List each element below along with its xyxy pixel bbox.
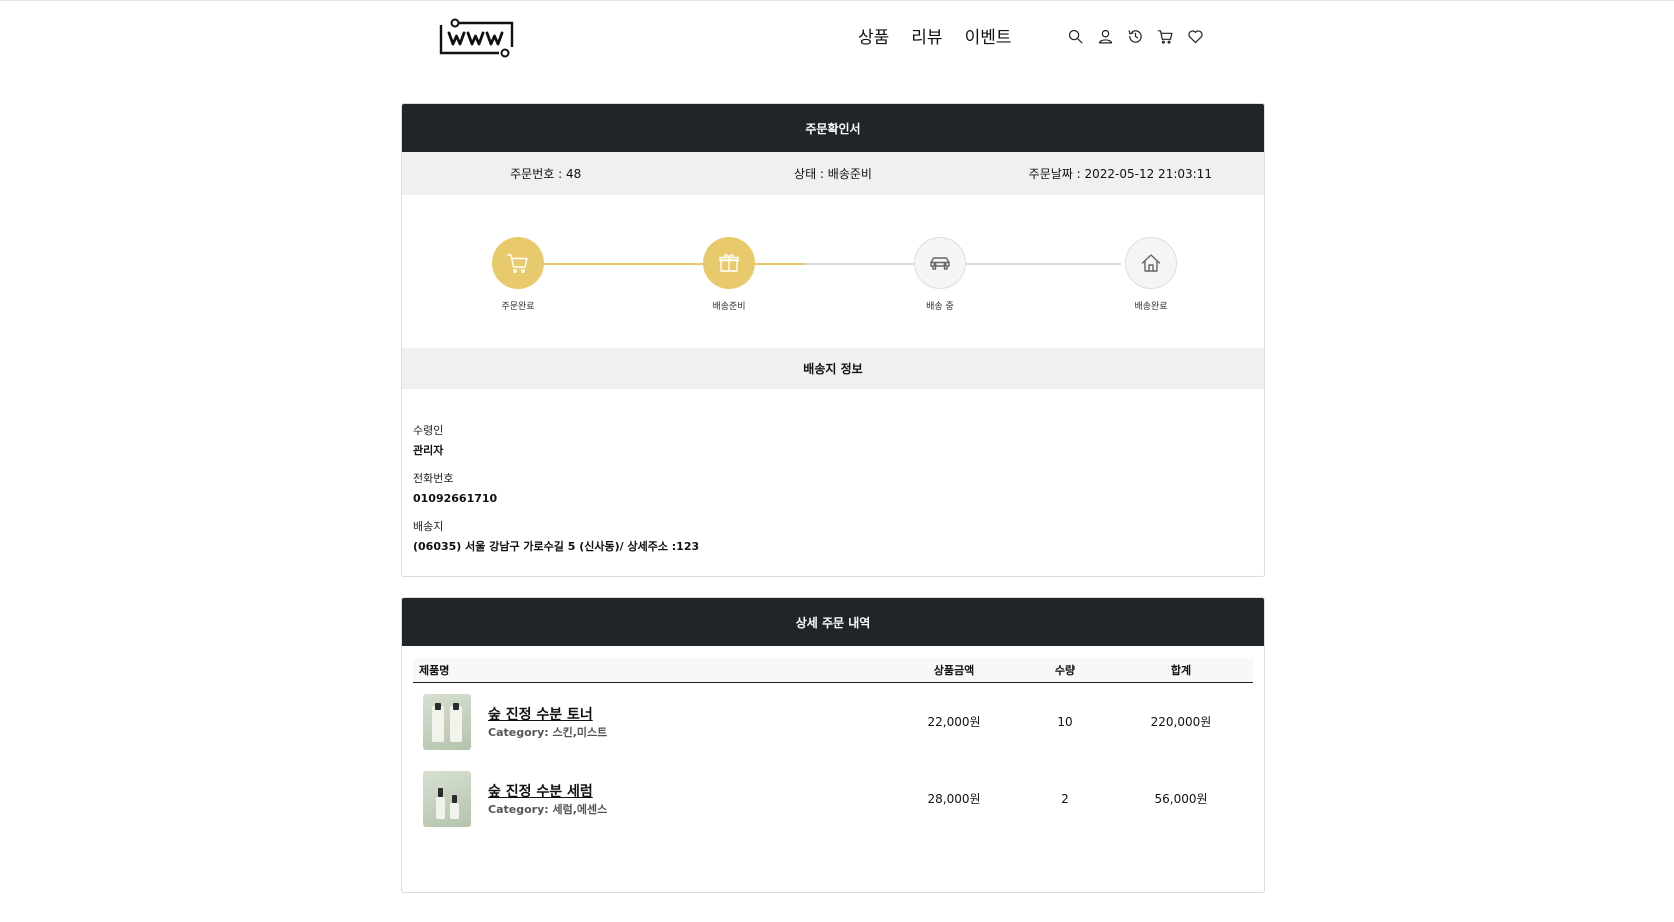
- col-price: 상품금액: [933, 664, 975, 677]
- details-title: 상세 주문 내역: [402, 598, 1264, 646]
- nav-events[interactable]: 이벤트: [965, 23, 1012, 48]
- site-header: 상품 리뷰 이벤트: [0, 1, 1674, 71]
- order-title: 주문확인서: [402, 104, 1264, 152]
- recipient-value: 관리자: [413, 444, 444, 457]
- cart-icon: [492, 237, 544, 289]
- order-date: 주문날짜 : 2022-05-12 21:03:11: [1028, 167, 1212, 181]
- order-number: 주문번호 : 48: [510, 167, 582, 181]
- order-info-bar: 주문번호 : 48 상태 : 배송준비 주문날짜 : 2022-05-12 21…: [402, 152, 1264, 195]
- table-header: 제품명 상품금액 수량 합계: [413, 658, 1253, 683]
- car-icon: [914, 237, 966, 289]
- step-preparing: 배송준비: [674, 237, 784, 312]
- home-icon: [1125, 237, 1177, 289]
- heart-icon[interactable]: [1184, 25, 1206, 47]
- table-row: 숲 진정 수분 세럼 Category: 세럼,에센스 28,000원 2 56…: [413, 760, 1253, 837]
- product-total: 56,000원: [1154, 792, 1208, 806]
- address-label: 배송지: [413, 520, 444, 533]
- www-logo-icon: [439, 18, 514, 58]
- shipping-title: 배송지 정보: [402, 348, 1264, 389]
- recipient-label: 수령인: [413, 424, 444, 437]
- product-price: 28,000원: [927, 792, 981, 806]
- step-delivered: 배송완료: [1096, 237, 1206, 312]
- product-qty: 10: [1057, 714, 1073, 729]
- phone-label: 전화번호: [413, 472, 454, 485]
- history-icon[interactable]: [1124, 25, 1146, 47]
- product-total: 220,000원: [1150, 715, 1212, 729]
- order-items-table: 제품명 상품금액 수량 합계 숲 진정 수분 토너 Category: 스킨,미…: [413, 658, 1253, 837]
- product-cell: 숲 진정 수분 토너 Category: 스킨,미스트: [413, 693, 913, 750]
- step-label: 주문완료: [501, 302, 535, 312]
- user-icon[interactable]: [1094, 25, 1116, 47]
- product-thumbnail[interactable]: [423, 770, 471, 827]
- step-order-complete: 주문완료: [463, 237, 573, 312]
- header-icons: [1064, 25, 1206, 47]
- order-confirmation-card: 주문확인서 주문번호 : 48 상태 : 배송준비 주문날짜 : 2022-05…: [401, 103, 1265, 577]
- product-name-link[interactable]: 숲 진정 수분 세럼: [488, 781, 607, 801]
- product-category: Category: 세럼,에센스: [488, 802, 608, 816]
- order-progress-tracker: 주문완료 배송준비 배송 중 배송완료: [402, 195, 1264, 348]
- product-thumbnail[interactable]: [423, 693, 471, 750]
- table-row: 숲 진정 수분 토너 Category: 스킨,미스트 22,000원 10 2…: [413, 683, 1253, 760]
- product-price: 22,000원: [927, 715, 981, 729]
- step-label: 배송완료: [1134, 302, 1168, 312]
- col-total: 합계: [1170, 664, 1192, 677]
- site-logo[interactable]: [438, 18, 516, 58]
- product-qty: 2: [1061, 791, 1069, 806]
- col-product-name: 제품명: [419, 664, 450, 677]
- product-cell: 숲 진정 수분 세럼 Category: 세럼,에센스: [413, 770, 913, 827]
- search-icon[interactable]: [1064, 25, 1086, 47]
- product-category: Category: 스킨,미스트: [488, 725, 608, 739]
- step-shipping: 배송 중: [885, 237, 995, 312]
- order-status: 상태 : 배송준비: [794, 167, 872, 181]
- product-text: 숲 진정 수분 세럼 Category: 세럼,에센스: [488, 781, 607, 817]
- step-label: 배송 중: [926, 302, 954, 312]
- nav-products[interactable]: 상품: [858, 23, 889, 48]
- order-details-card: 상세 주문 내역 제품명 상품금액 수량 합계 숲 진정 수분 토너 Categ…: [401, 597, 1265, 893]
- shipping-info: 수령인 관리자 전화번호 01092661710 배송지 (06035) 서울 …: [402, 389, 1264, 564]
- cart-icon[interactable]: [1154, 25, 1176, 47]
- address-value: (06035) 서울 강남구 가로수길 5 (신사동)/ 상세주소 :123: [413, 540, 700, 553]
- col-qty: 수량: [1054, 664, 1076, 677]
- nav-reviews[interactable]: 리뷰: [911, 23, 942, 48]
- step-label: 배송준비: [712, 302, 746, 312]
- product-name-link[interactable]: 숲 진정 수분 토너: [488, 704, 607, 724]
- main-nav: 상품 리뷰 이벤트: [858, 23, 1011, 48]
- phone-value: 01092661710: [413, 492, 498, 505]
- gift-icon: [703, 237, 755, 289]
- product-text: 숲 진정 수분 토너 Category: 스킨,미스트: [488, 704, 607, 740]
